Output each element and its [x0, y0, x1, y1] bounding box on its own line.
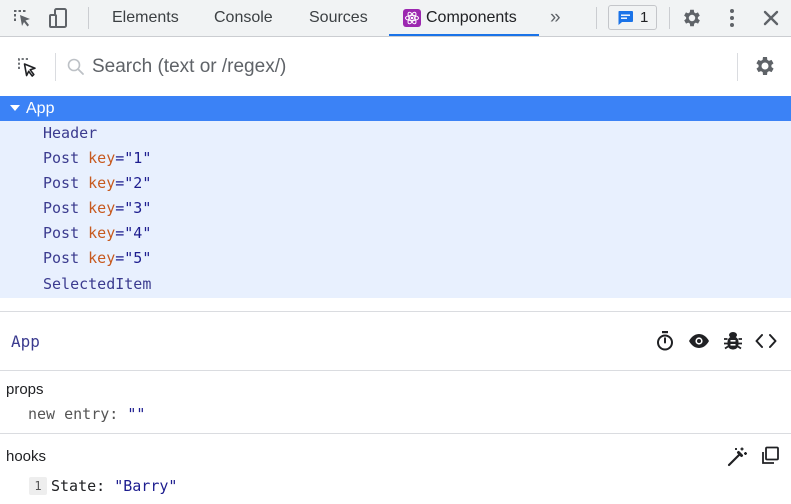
key-equals: = — [115, 249, 125, 267]
selected-component-name: App — [11, 332, 40, 351]
tree-item-post[interactable]: Post key="5" — [43, 246, 151, 271]
hook-colon: : — [96, 477, 106, 495]
bug-icon[interactable] — [721, 329, 745, 353]
panel-divider — [0, 433, 791, 434]
search-icon — [66, 57, 86, 82]
key-label: key — [88, 224, 116, 242]
component-name: Post — [43, 224, 80, 242]
key-value: "5" — [124, 249, 152, 267]
collapse-caret-icon[interactable] — [10, 105, 20, 111]
tree-item-label: App — [26, 100, 55, 117]
key-label: key — [88, 249, 116, 267]
prop-colon: : — [109, 405, 119, 423]
tab-elements[interactable]: Elements — [112, 0, 179, 36]
toolbar-divider — [596, 7, 597, 29]
tree-item-post[interactable]: Post key="4" — [43, 221, 151, 246]
key-label: key — [88, 174, 116, 192]
prop-value[interactable]: "" — [127, 405, 145, 423]
key-value: "1" — [124, 149, 152, 167]
component-search-bar — [0, 37, 791, 96]
tab-console[interactable]: Console — [214, 0, 273, 36]
code-brackets-icon[interactable] — [754, 329, 778, 353]
gear-icon[interactable] — [680, 6, 704, 30]
component-name: Header — [43, 124, 98, 142]
prop-key: new entry — [28, 405, 110, 423]
hook-row[interactable]: 1 State: "Barry" — [29, 476, 177, 496]
react-logo-icon — [403, 9, 421, 27]
hook-value[interactable]: "Barry" — [114, 477, 177, 495]
issues-button[interactable]: 1 — [608, 5, 657, 30]
settings-gear-icon[interactable] — [753, 54, 777, 83]
toolbar-divider — [88, 7, 89, 29]
component-name: SelectedItem — [43, 275, 152, 293]
tree-item-post[interactable]: Post key="3" — [43, 196, 151, 221]
inspect-element-icon[interactable] — [10, 6, 34, 30]
tree-item-selected-item[interactable]: SelectedItem — [43, 272, 151, 297]
search-divider — [737, 53, 738, 81]
key-equals: = — [115, 149, 125, 167]
key-equals: = — [115, 224, 125, 242]
tree-item-app[interactable]: App — [0, 96, 791, 121]
active-tab-indicator — [389, 34, 539, 36]
component-tree: App Header Post key="1" Post key="2" Pos… — [0, 96, 791, 298]
select-element-icon[interactable] — [15, 55, 39, 84]
props-section-title: props — [6, 381, 44, 398]
key-value: "3" — [124, 199, 152, 217]
tab-sources[interactable]: Sources — [309, 0, 368, 36]
toolbar-divider — [669, 7, 670, 29]
hook-name: State — [51, 477, 97, 495]
device-toggle-icon[interactable] — [47, 6, 71, 30]
key-equals: = — [115, 174, 125, 192]
search-input[interactable] — [92, 53, 712, 81]
search-divider — [55, 53, 56, 81]
copy-icon[interactable] — [760, 446, 780, 471]
tree-item-header[interactable]: Header — [43, 121, 97, 146]
tab-components-label: Components — [426, 9, 517, 26]
key-value: "2" — [124, 174, 152, 192]
eye-icon[interactable] — [687, 329, 711, 353]
prop-row[interactable]: new entry: "" — [28, 404, 145, 424]
panel-divider — [0, 311, 791, 312]
magic-wand-icon[interactable] — [726, 446, 748, 473]
key-value: "4" — [124, 224, 152, 242]
hook-index-badge: 1 — [29, 477, 47, 495]
tab-components[interactable]: Components — [403, 0, 517, 36]
key-label: key — [88, 149, 116, 167]
panel-divider — [0, 370, 791, 371]
key-equals: = — [115, 199, 125, 217]
kebab-menu-icon[interactable] — [720, 6, 744, 30]
issues-count: 1 — [640, 9, 649, 26]
tree-item-post[interactable]: Post key="1" — [43, 146, 151, 171]
chat-issues-icon — [617, 10, 634, 26]
tree-item-post[interactable]: Post key="2" — [43, 171, 151, 196]
stopwatch-icon[interactable] — [653, 329, 677, 353]
component-name: Post — [43, 199, 80, 217]
devtools-tab-bar: Elements Console Sources Components » 1 — [0, 0, 791, 37]
hooks-section-title: hooks — [6, 448, 47, 465]
key-label: key — [88, 199, 116, 217]
component-name: Post — [43, 174, 80, 192]
component-name: Post — [43, 149, 80, 167]
close-icon[interactable] — [759, 6, 783, 30]
more-tabs-button[interactable]: » — [550, 0, 561, 36]
component-name: Post — [43, 249, 80, 267]
